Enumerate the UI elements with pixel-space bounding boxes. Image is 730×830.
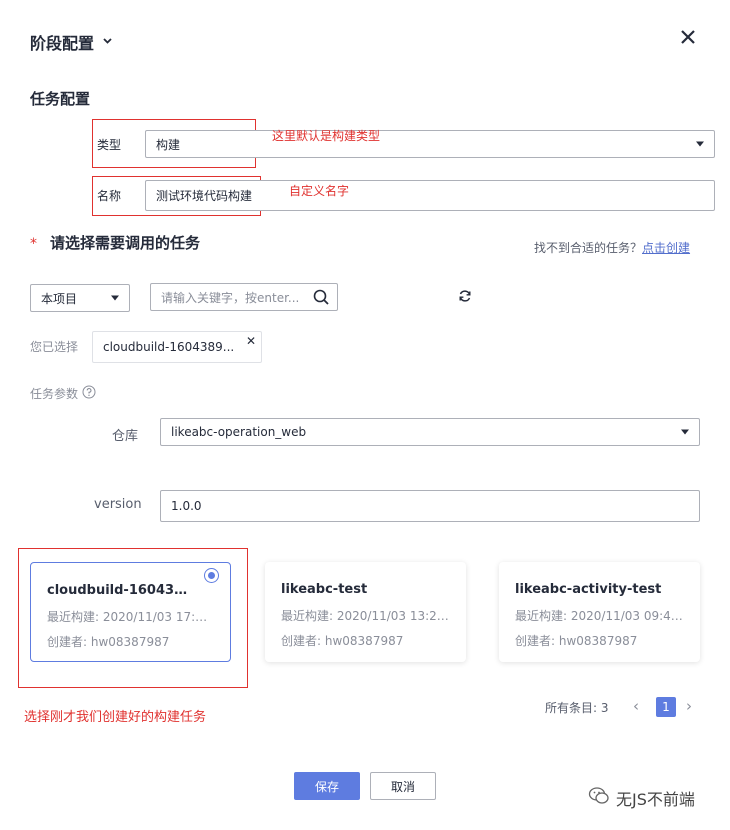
task-card-last-build: 最近构建: 2020/11/03 09:44:... [515, 609, 684, 623]
version-field[interactable]: 1.0.0 [160, 490, 700, 522]
task-card-creator: 创建者: hw08387987 [515, 634, 638, 648]
repo-select[interactable]: likeabc-operation_web [160, 418, 700, 446]
save-button[interactable]: 保存 [294, 772, 360, 800]
name-field[interactable]: 测试环境代码构建 [145, 180, 715, 211]
task-card-creator: 创建者: hw08387987 [47, 635, 170, 649]
caret-down-icon [681, 429, 689, 435]
page-title[interactable]: 阶段配置 [30, 30, 113, 54]
type-label: 类型 [97, 138, 122, 152]
task-card-name: cloudbuild-1604389... [47, 583, 194, 598]
radio-selected-icon[interactable] [204, 568, 219, 583]
task-card[interactable]: likeabc-test 最近构建: 2020/11/03 13:29:... … [265, 562, 466, 662]
caret-down-icon [696, 141, 704, 147]
create-hint-text: 找不到合适的任务？ [534, 241, 643, 255]
params-label-row: 任务参数 [30, 385, 96, 402]
selected-label: 您已选择 [30, 340, 79, 354]
task-card-creator: 创建者: hw08387987 [281, 634, 404, 648]
name-label: 名称 [97, 189, 122, 203]
create-link[interactable]: 点击创建 [642, 241, 690, 255]
section-title-task-config: 任务配置 [30, 90, 91, 108]
cancel-button[interactable]: 取消 [370, 772, 436, 800]
pagination-prev[interactable]: ‹ [633, 697, 639, 715]
task-card[interactable]: likeabc-activity-test 最近构建: 2020/11/03 0… [499, 562, 700, 662]
scope-select-value: 本项目 [41, 291, 78, 306]
repo-label: 仓库 [112, 429, 139, 444]
task-card[interactable]: cloudbuild-1604389... 最近构建: 2020/11/03 1… [30, 562, 231, 662]
name-field-value: 测试环境代码构建 [156, 189, 253, 203]
create-hint: 找不到合适的任务？点击创建 [534, 239, 690, 256]
page-title-text: 阶段配置 [30, 34, 95, 53]
search-icon[interactable] [313, 289, 329, 308]
version-field-value: 1.0.0 [171, 499, 202, 513]
version-label: version [94, 497, 142, 512]
type-select[interactable]: 构建 [145, 130, 715, 158]
selected-chip: cloudbuild-1604389... ✕ [92, 331, 262, 363]
pagination-page[interactable]: 1 [656, 697, 676, 717]
refresh-icon[interactable] [458, 289, 472, 306]
task-card-last-build: 最近构建: 2020/11/03 13:29:... [281, 609, 450, 623]
repo-select-value: likeabc-operation_web [171, 425, 307, 439]
task-card-name: likeabc-test [281, 582, 368, 597]
selected-chip-text: cloudbuild-1604389... [103, 340, 235, 354]
task-card-name: likeabc-activity-test [515, 582, 662, 597]
chevron-down-icon[interactable] [102, 35, 113, 49]
search-input[interactable]: 请输入关键字，按enter... [150, 283, 338, 311]
pagination-next[interactable]: › [686, 697, 692, 715]
annotation-note-name: 自定义名字 [289, 184, 350, 198]
search-input-placeholder: 请输入关键字，按enter... [161, 290, 300, 305]
annotation-note-card: 选择刚才我们创建好的构建任务 [24, 710, 207, 725]
section-title-choose-task: 请选择需要调用的任务 [50, 234, 201, 252]
question-icon[interactable] [82, 385, 96, 402]
annotation-note-type: 这里默认是构建类型 [272, 129, 381, 143]
watermark: 无JS不前端 [588, 786, 695, 810]
pagination-total: 所有条目: 3 [545, 701, 609, 715]
task-card-last-build: 最近构建: 2020/11/03 17:13:0... [47, 610, 214, 624]
scope-select[interactable]: 本项目 [30, 284, 130, 312]
required-mark: * [30, 236, 37, 252]
type-select-value: 构建 [156, 137, 181, 152]
close-icon[interactable]: ✕ [246, 334, 256, 348]
close-icon[interactable] [679, 28, 697, 51]
caret-down-icon [111, 295, 119, 301]
watermark-text: 无JS不前端 [616, 790, 695, 809]
wechat-icon [588, 786, 610, 810]
params-label: 任务参数 [30, 387, 79, 401]
